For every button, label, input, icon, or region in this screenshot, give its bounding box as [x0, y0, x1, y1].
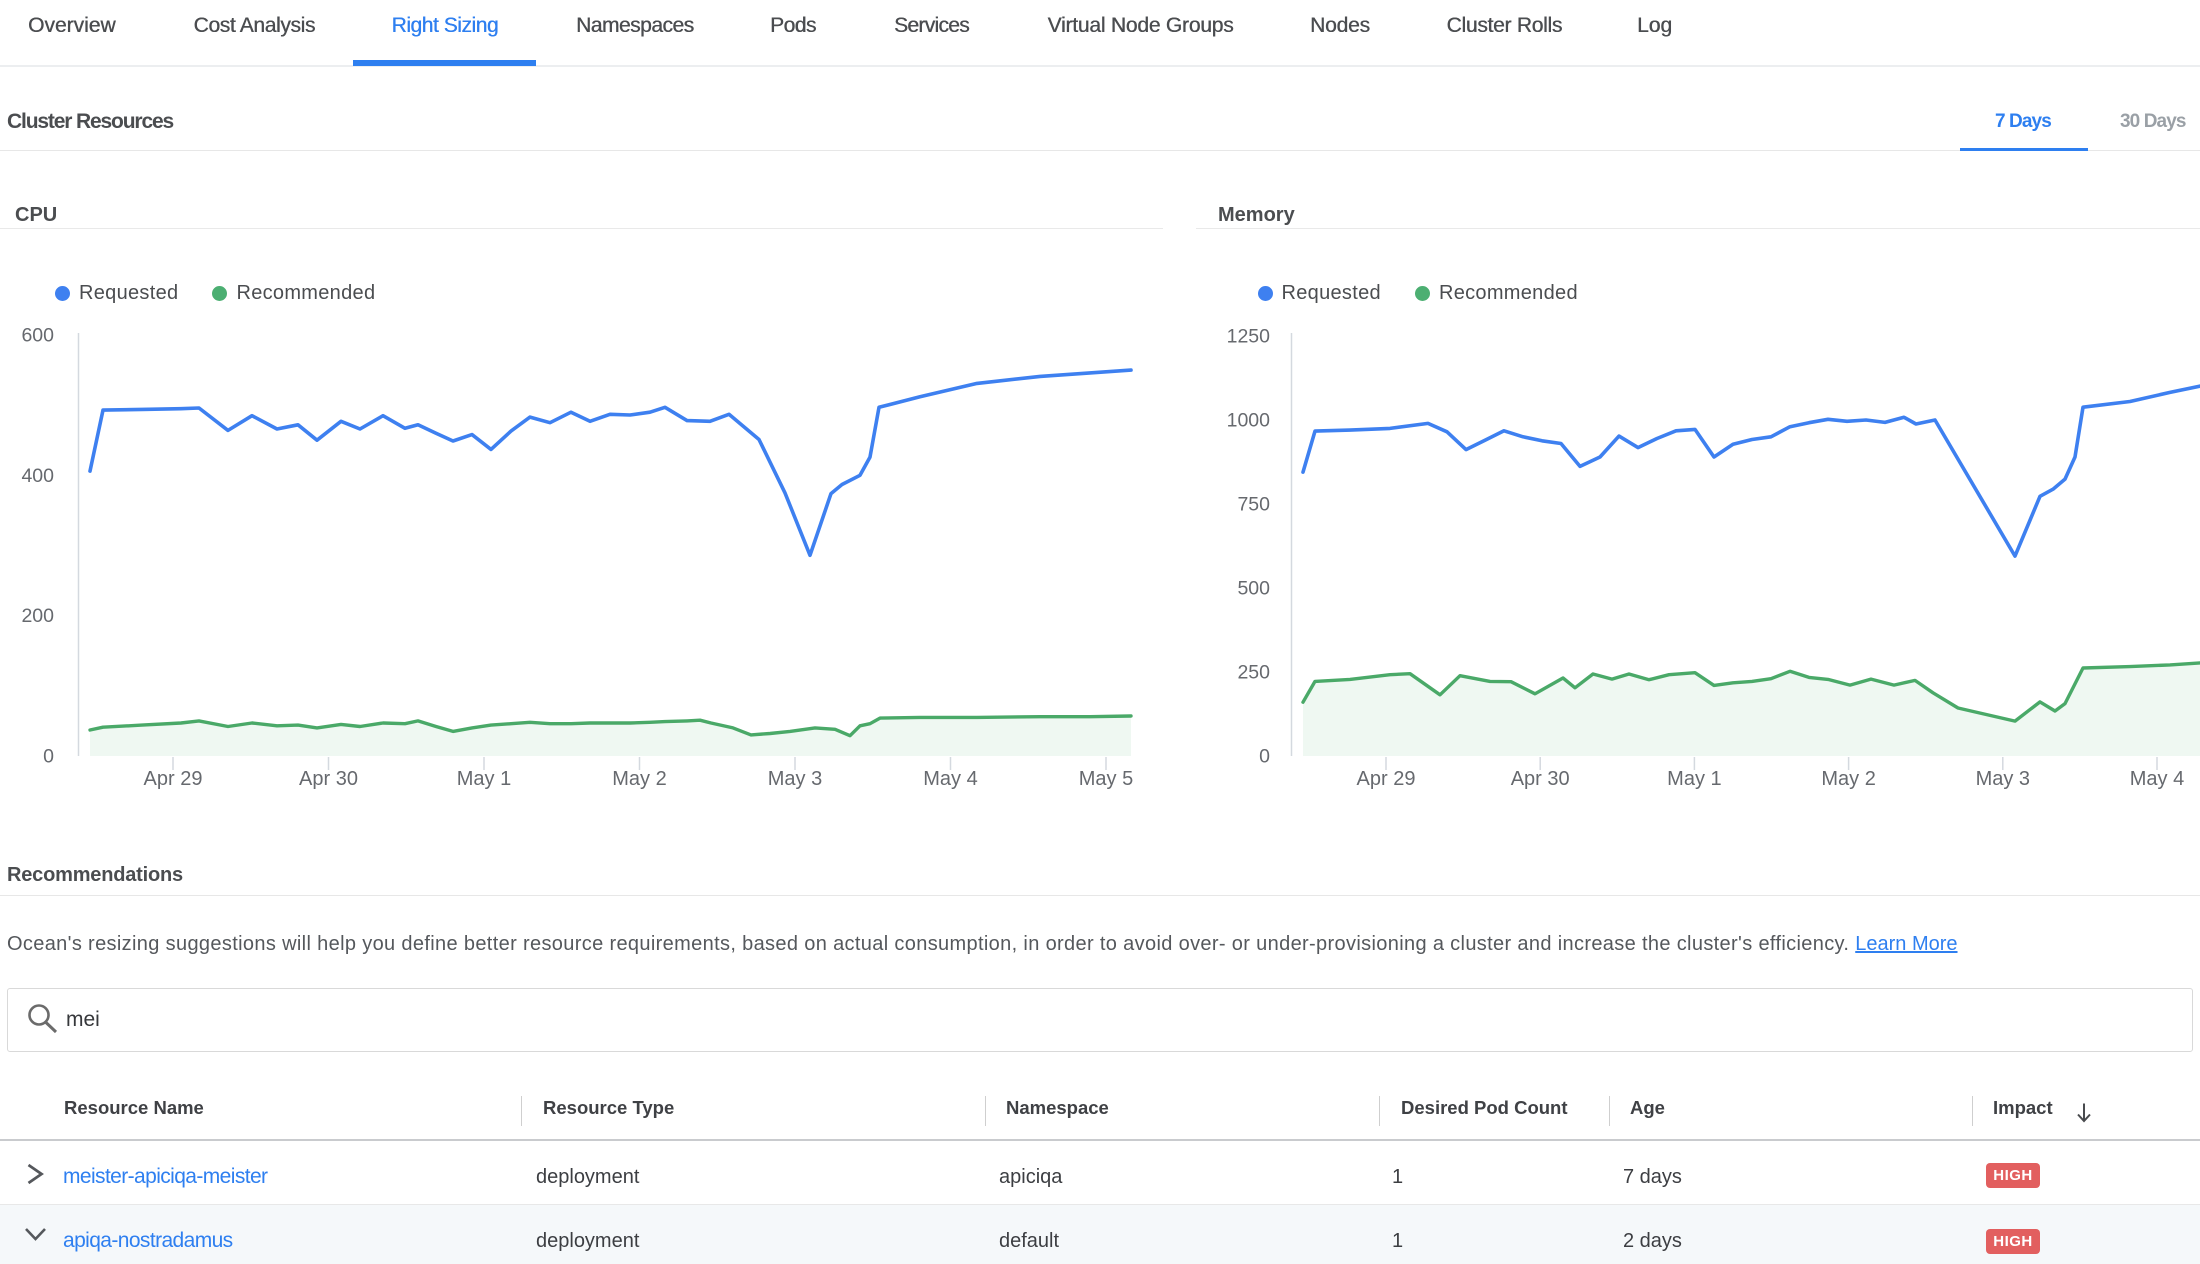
svg-text:May 3: May 3	[1976, 768, 2030, 790]
svg-text:May 1: May 1	[1667, 768, 1721, 790]
svg-text:May 4: May 4	[2130, 768, 2184, 790]
svg-text:200: 200	[21, 605, 54, 627]
svg-text:Apr 30: Apr 30	[1511, 768, 1570, 790]
svg-text:0: 0	[43, 746, 54, 768]
svg-text:Apr 29: Apr 29	[1357, 768, 1416, 790]
svg-text:500: 500	[1237, 578, 1270, 600]
svg-text:400: 400	[21, 465, 54, 487]
svg-text:250: 250	[1237, 662, 1270, 684]
svg-text:0: 0	[1259, 746, 1270, 768]
svg-text:May 2: May 2	[1821, 768, 1875, 790]
svg-text:May 3: May 3	[768, 768, 822, 790]
svg-text:May 5: May 5	[1079, 768, 1133, 790]
svg-text:May 2: May 2	[612, 768, 666, 790]
svg-text:600: 600	[21, 325, 54, 347]
svg-text:Apr 29: Apr 29	[144, 768, 203, 790]
svg-text:May 1: May 1	[457, 768, 511, 790]
svg-text:1000: 1000	[1227, 410, 1271, 432]
svg-text:May 4: May 4	[923, 768, 977, 790]
svg-text:1250: 1250	[1227, 326, 1271, 348]
svg-text:Apr 30: Apr 30	[299, 768, 358, 790]
svg-text:750: 750	[1237, 494, 1270, 516]
